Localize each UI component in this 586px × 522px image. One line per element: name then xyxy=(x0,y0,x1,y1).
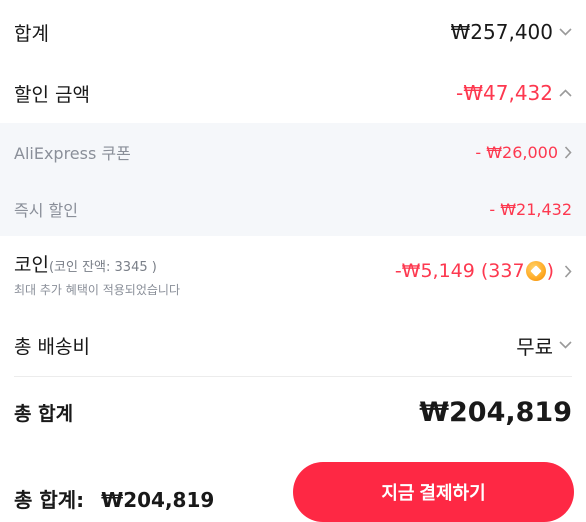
coins-row[interactable]: 코인 (코인 잔액: 3345 ) 최대 추가 혜택이 적용되었습니다 -₩5,… xyxy=(0,250,586,298)
coupon-label: AliExpress 쿠폰 xyxy=(14,144,131,163)
checkout-footer: 총 합계: ₩204,819 지금 결제하기 xyxy=(0,446,586,522)
grand-total-label: 총 합계 xyxy=(14,402,74,425)
chevron-up-icon[interactable] xyxy=(559,89,572,97)
discount-value-wrap: -₩47,432 xyxy=(456,81,572,105)
divider xyxy=(14,376,572,377)
shipping-value-wrap: 무료 xyxy=(516,331,572,360)
shipping-value: 무료 xyxy=(516,334,553,359)
subtotal-value: ₩257,400 xyxy=(450,20,553,44)
chevron-right-icon[interactable] xyxy=(564,264,572,278)
grand-total-row: 총 합계 ₩204,819 xyxy=(0,389,586,435)
subtotal-row[interactable]: 합계 ₩257,400 xyxy=(0,10,586,54)
chevron-right-icon[interactable] xyxy=(564,145,572,159)
instant-discount-value: - ₩21,432 xyxy=(489,199,572,219)
coins-label: 코인 xyxy=(14,254,49,276)
coupon-value-wrap: - ₩26,000 xyxy=(475,143,572,162)
coupon-value: - ₩26,000 xyxy=(475,142,558,162)
footer-total: 총 합계: ₩204,819 xyxy=(14,484,214,513)
footer-total-value: ₩204,819 xyxy=(101,488,215,512)
discount-row[interactable]: 할인 금액 -₩47,432 xyxy=(0,71,586,115)
chevron-down-icon[interactable] xyxy=(559,341,572,349)
grand-total-value: ₩204,819 xyxy=(419,396,572,428)
shipping-row[interactable]: 총 배송비 무료 xyxy=(0,323,586,367)
coins-value-suffix: ) xyxy=(546,260,554,282)
chevron-down-icon[interactable] xyxy=(559,28,572,36)
footer-total-label: 총 합계: xyxy=(14,488,85,512)
instant-discount-label: 즉시 할인 xyxy=(14,201,78,220)
instant-discount-row: 즉시 할인 - ₩21,432 xyxy=(0,189,586,229)
pay-now-button[interactable]: 지금 결제하기 xyxy=(293,462,574,522)
coins-value: -₩5,149 (337 xyxy=(394,260,525,282)
coins-balance-note: (코인 잔액: 3345 ) xyxy=(48,260,157,275)
coin-icon xyxy=(525,261,546,281)
subtotal-value-wrap: ₩257,400 xyxy=(451,20,572,44)
discount-value: -₩47,432 xyxy=(456,81,553,105)
coins-subtext: 최대 추가 혜택이 적용되었습니다 xyxy=(14,283,181,297)
coupon-row[interactable]: AliExpress 쿠폰 - ₩26,000 xyxy=(0,132,586,172)
subtotal-label: 합계 xyxy=(14,22,49,45)
coins-label-block: 코인 (코인 잔액: 3345 ) 최대 추가 혜택이 적용되었습니다 xyxy=(14,250,180,298)
shipping-label: 총 배송비 xyxy=(14,335,90,358)
coins-value-wrap: -₩5,149 (337 ) xyxy=(395,260,572,282)
discount-label: 할인 금액 xyxy=(14,83,90,106)
